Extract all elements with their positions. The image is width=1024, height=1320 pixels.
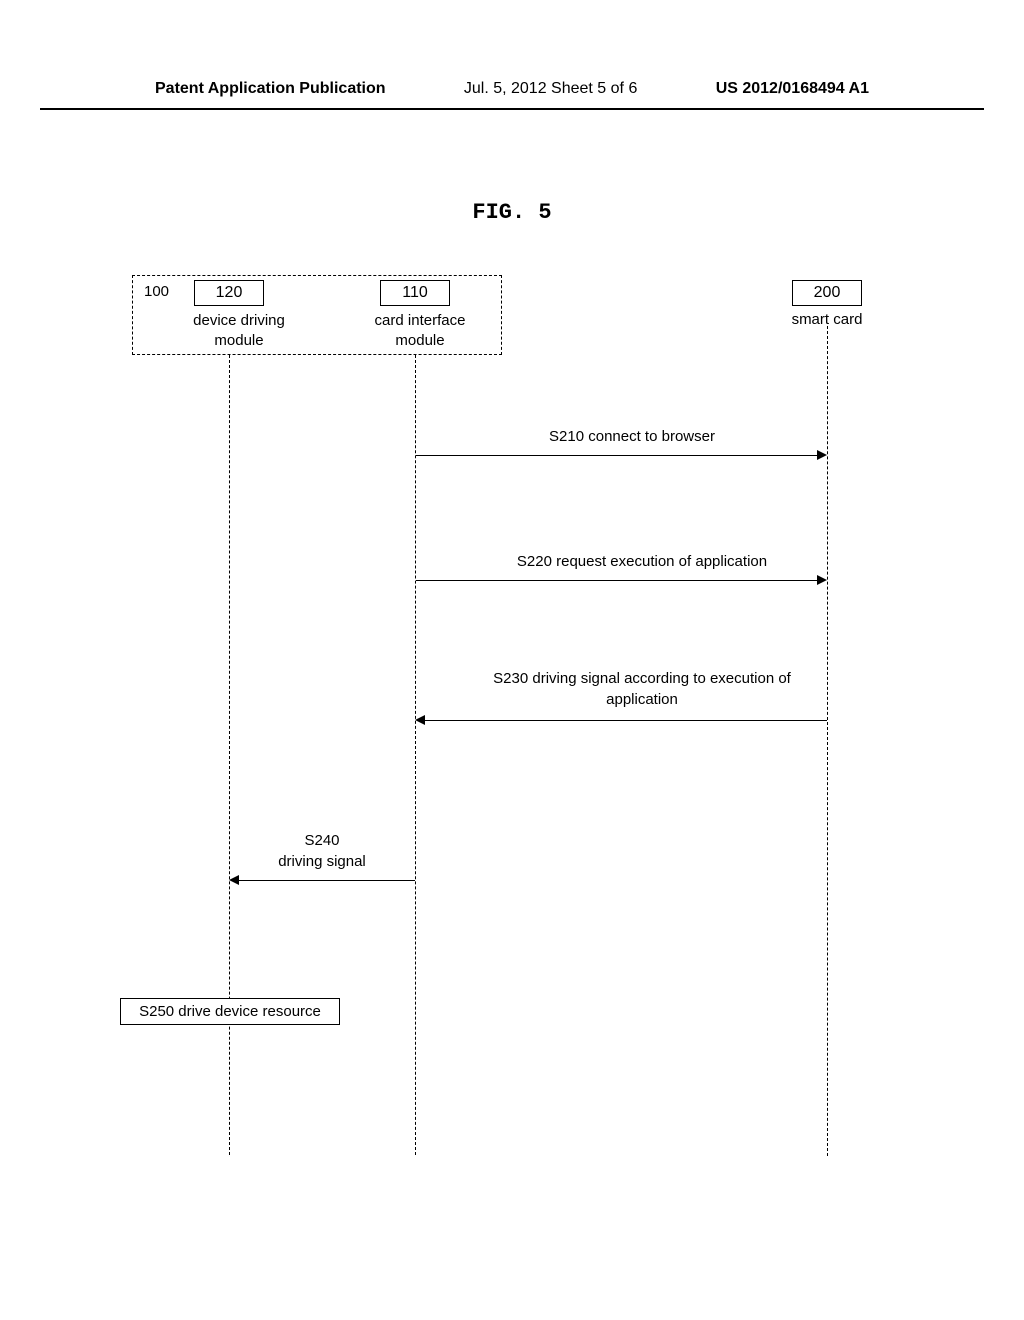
arrow-s230: [422, 720, 827, 721]
message-s210-label: S210 connect to browser: [452, 428, 812, 445]
arrow-s220: [416, 580, 821, 581]
header-left: Patent Application Publication: [155, 80, 386, 98]
box-110: 110: [380, 280, 450, 306]
box-120: 120: [194, 280, 264, 306]
arrow-s240: [236, 880, 415, 881]
lifeline-110: [415, 355, 416, 1155]
message-s230-label: S230 driving signal according to executi…: [472, 668, 812, 710]
sequence-diagram: 100 120 device driving module 110 card i…: [132, 275, 892, 1175]
message-s240-label: S240 driving signal: [232, 830, 412, 872]
arrow-head-s240: [229, 875, 239, 885]
arrow-s210: [416, 455, 821, 456]
header-center: Jul. 5, 2012 Sheet 5 of 6: [464, 80, 637, 98]
box-200: 200: [792, 280, 862, 306]
lifeline-200: [827, 326, 828, 1156]
page-header: Patent Application Publication Jul. 5, 2…: [40, 0, 984, 110]
figure-title: FIG. 5: [0, 200, 1024, 225]
label-100: 100: [144, 283, 169, 300]
lifeline-120: [229, 355, 230, 1155]
label-card-interface-module: card interface module: [355, 311, 485, 350]
s240-text: driving signal: [278, 853, 366, 870]
arrow-head-s220: [817, 575, 827, 585]
header-right: US 2012/0168494 A1: [716, 80, 869, 98]
step-s250-box: S250 drive device resource: [120, 998, 340, 1025]
arrow-head-s210: [817, 450, 827, 460]
arrow-head-s230: [415, 715, 425, 725]
label-device-driving-module: device driving module: [174, 311, 304, 350]
s240-step: S240: [304, 832, 339, 849]
message-s220-label: S220 request execution of application: [452, 553, 832, 570]
